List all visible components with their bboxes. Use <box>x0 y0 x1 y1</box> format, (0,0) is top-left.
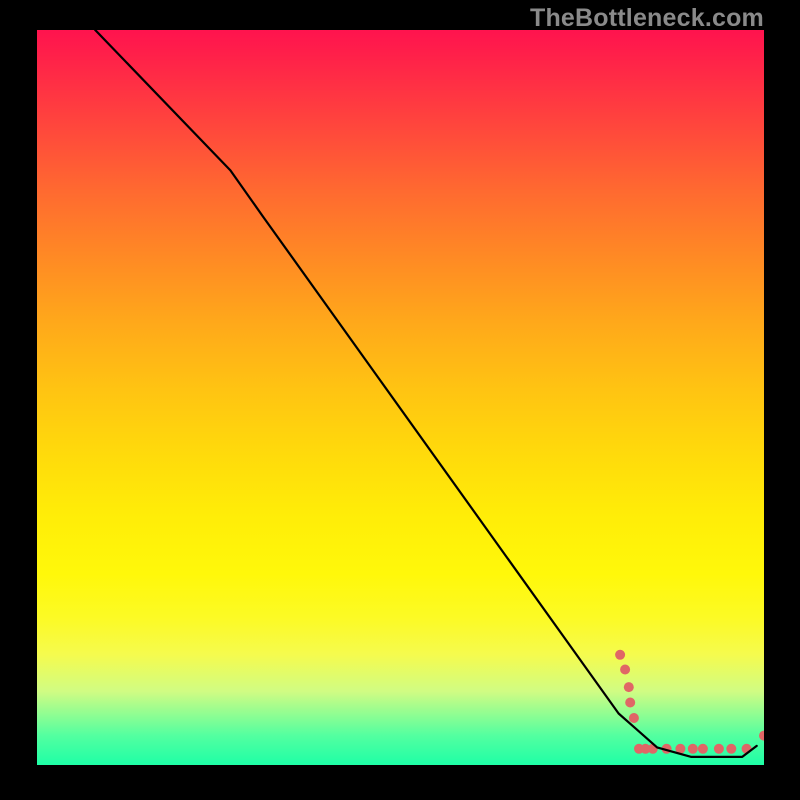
scatter-point <box>759 731 764 741</box>
plot-area <box>37 30 764 765</box>
chart-frame: TheBottleneck.com <box>0 0 800 800</box>
scatter-series <box>615 650 764 754</box>
scatter-point <box>624 682 634 692</box>
main-curve <box>95 30 757 757</box>
scatter-point <box>714 744 724 754</box>
scatter-point <box>629 713 639 723</box>
scatter-point <box>698 744 708 754</box>
chart-svg <box>37 30 764 765</box>
scatter-point <box>615 650 625 660</box>
scatter-point <box>625 698 635 708</box>
scatter-point <box>726 744 736 754</box>
scatter-point <box>688 744 698 754</box>
scatter-point <box>620 665 630 675</box>
watermark-label: TheBottleneck.com <box>530 4 764 33</box>
